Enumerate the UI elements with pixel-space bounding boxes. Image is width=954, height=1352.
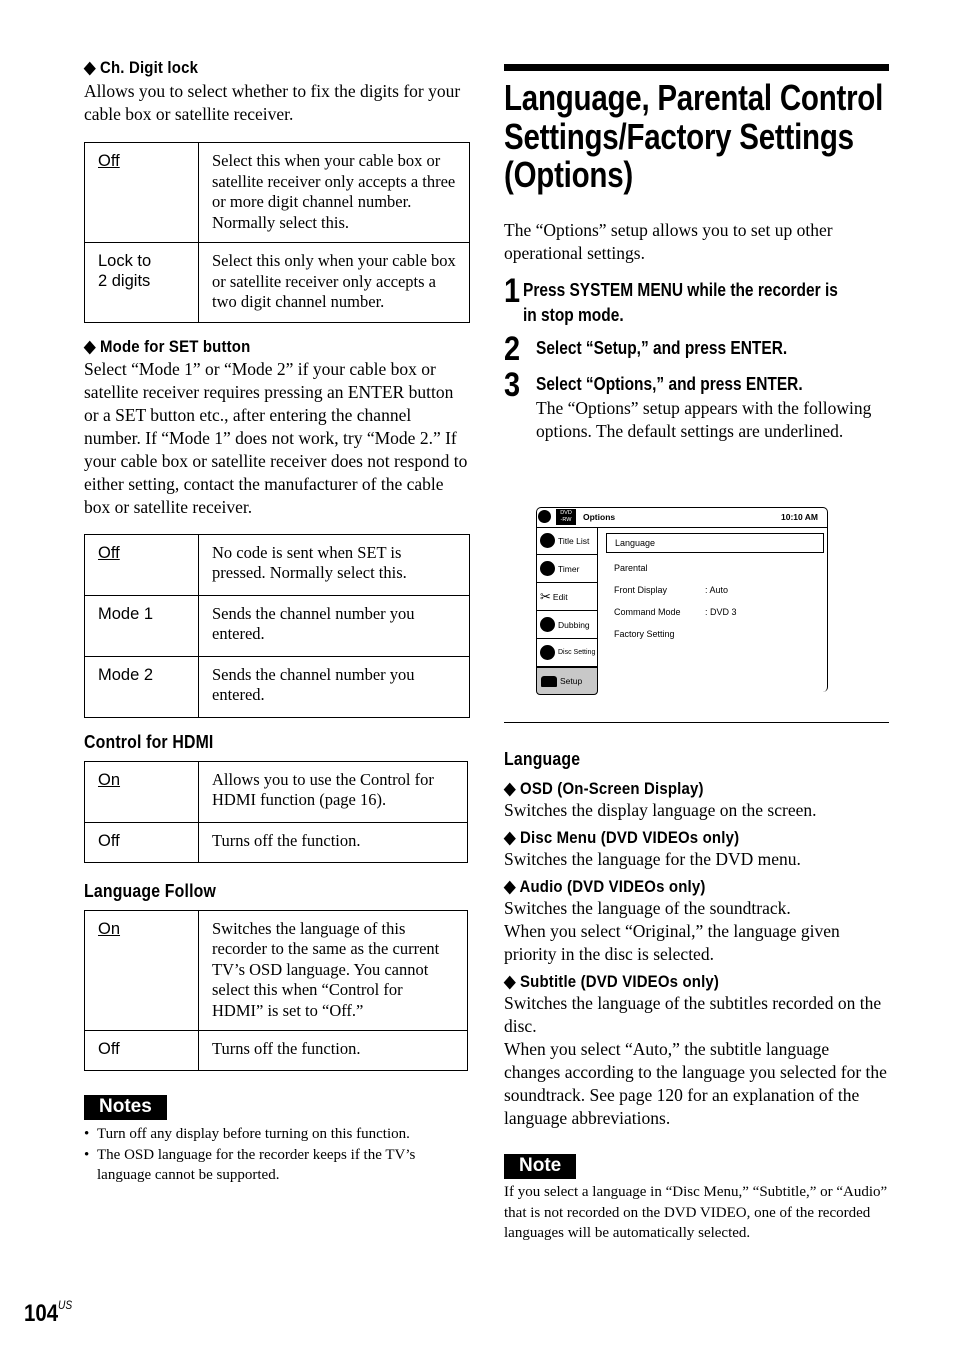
option-desc: Turns off the function. [198, 1030, 468, 1071]
osd-menu-item-parental[interactable]: Parental [606, 557, 824, 579]
title-list-icon [540, 533, 555, 548]
language-section: Language ◆ OSD (On-Screen Display) Switc… [504, 749, 889, 1244]
table-row: On Allows you to use the Control for HDM… [84, 760, 468, 823]
language-follow-heading: Language Follow [84, 880, 216, 901]
option-desc: Select this when your cable box or satel… [198, 142, 470, 243]
option-desc: Sends the channel number you entered. [198, 655, 470, 718]
option-key: Off [98, 152, 120, 170]
osd-time: 10:10 AM [780, 512, 818, 522]
steps: 1 Press SYSTEM MENU while the recorder i… [504, 271, 889, 443]
disc-badge: DVD -RW [556, 509, 576, 525]
osd-title: Options [583, 512, 616, 522]
step-3-detail: The “Options” setup appears with the fol… [536, 397, 872, 441]
language-heading: Language [504, 749, 581, 769]
mode-set-heading: ◆ Mode for SET button [84, 336, 251, 356]
notes-label: Notes [84, 1095, 167, 1120]
osd-sidebar-item-disc-setting[interactable]: Disc Setting [536, 639, 598, 667]
option-key: Off [98, 543, 120, 562]
control-hdmi-table: On Allows you to use the Control for HDM… [84, 760, 468, 863]
table-row: Off Turns off the function. [84, 821, 468, 863]
osd-sidebar-item-setup[interactable]: Setup [536, 667, 598, 695]
table-row: Lock to 2 digits Select this only when yo… [84, 242, 470, 323]
option-desc: Switches the language of this recorder t… [198, 909, 468, 1031]
options-osd-screen: DVD -RW Options 10:10 AM Title List Timer… [536, 507, 828, 695]
table-row: Mode 2 Sends the channel number you ente… [84, 655, 470, 718]
osd-heading: ◆ OSD (On-Screen Display) [504, 779, 704, 798]
osd-menu-item-language[interactable]: Language [606, 533, 824, 553]
toolbox-icon [541, 675, 557, 687]
dubbing-icon [540, 617, 555, 632]
option-key: On [98, 770, 121, 789]
disc-setting-icon [540, 645, 555, 660]
osd-header: DVD -RW Options 10:10 AM [536, 507, 828, 528]
subtitle-text: Switches the language of the subtitles r… [504, 993, 887, 1128]
option-key: Mode 1 [84, 594, 199, 657]
table-row: Mode 1 Sends the channel number you ente… [84, 594, 470, 657]
subtitle-heading: ◆ Subtitle (DVD VIDEOs only) [504, 972, 720, 991]
option-key: Mode 2 [84, 655, 199, 718]
disc-menu-text: Switches the language for the DVD menu. [504, 849, 801, 869]
notes-list: Turn off any display before turning on t… [84, 1124, 470, 1186]
option-desc: Sends the channel number you entered. [198, 594, 470, 657]
osd-menu-item-command-mode[interactable]: Command Mode: DVD 3 [606, 601, 824, 623]
option-key: On [98, 919, 121, 938]
option-desc: Turns off the function. [198, 821, 468, 863]
ch-digit-lock-table: Off Select this when your cable box or s… [84, 142, 470, 323]
note-item: The OSD language for the recorder keeps … [84, 1145, 470, 1186]
osd-sidebar: Title List Timer ✂ Edit Dubbing Disc Sett… [536, 527, 598, 695]
option-desc: Allows you to use the Control for HDMI f… [198, 760, 468, 823]
right-column: Language, Parental Control Settings/Fact… [504, 64, 889, 443]
step-number: 3 [504, 365, 521, 404]
language-follow-table: On Switches the language of this recorde… [84, 909, 468, 1071]
control-hdmi-heading: Control for HDMI [84, 731, 214, 752]
disc-menu-heading: ◆ Disc Menu (DVD VIDEOs only) [504, 828, 740, 847]
step-number: 2 [504, 329, 521, 368]
table-row: Off Turns off the function. [84, 1030, 468, 1071]
osd-sidebar-item-title-list[interactable]: Title List [536, 527, 598, 555]
osd-text: Switches the display language on the scr… [504, 800, 817, 820]
option-key: Off [84, 1030, 199, 1071]
osd-menu-item-front-display[interactable]: Front Display: Auto [606, 579, 824, 601]
table-row: Off Select this when your cable box or s… [84, 142, 470, 243]
option-key: Off [84, 821, 199, 863]
audio-text: Switches the language of the soundtrack.… [504, 898, 840, 964]
step-2: 2 Select “Setup,” and press ENTER. [504, 329, 788, 368]
osd-sidebar-item-edit[interactable]: ✂ Edit [536, 583, 598, 611]
page-number: 104US [24, 1298, 73, 1327]
step-1: 1 Press SYSTEM MENU while the recorder i… [504, 271, 838, 325]
note-label: Note [504, 1154, 577, 1179]
step-number: 1 [504, 271, 521, 310]
title-rule [504, 64, 889, 71]
osd-menu-item-factory-setting[interactable]: Factory Setting [606, 623, 824, 645]
osd-menu: Language Parental Front Display: Auto Co… [606, 533, 824, 645]
ch-digit-lock-heading: ◆ Ch. Digit lock [84, 58, 199, 77]
option-desc: Select this only when your cable box or … [198, 242, 470, 323]
mode-set-intro: Select “Mode 1” or “Mode 2” if your cabl… [84, 358, 468, 517]
option-key: Lock to 2 digits [84, 242, 199, 323]
audio-heading: ◆ Audio (DVD VIDEOs only) [504, 877, 706, 896]
scissors-icon: ✂ [540, 588, 551, 604]
table-row: Off No code is sent when SET is pressed.… [84, 533, 470, 596]
note-item: Turn off any display before turning on t… [84, 1124, 470, 1145]
section-divider [504, 722, 889, 723]
osd-sidebar-item-timer[interactable]: Timer [536, 555, 598, 583]
osd-sidebar-item-dubbing[interactable]: Dubbing [536, 611, 598, 639]
step-3: 3 Select “Options,” and press ENTER. The… [504, 365, 889, 443]
timer-icon [540, 561, 555, 576]
table-row: On Switches the language of this recorde… [84, 909, 468, 1031]
page-title: Language, Parental Control Settings/Fact… [504, 77, 884, 195]
note-text: If you select a language in “Disc Menu,”… [504, 1184, 888, 1241]
disc-icon [538, 510, 551, 523]
mode-set-table: Off No code is sent when SET is pressed.… [84, 533, 470, 718]
ch-digit-lock-intro: Allows you to select whether to fix the … [84, 81, 461, 124]
options-intro: The “Options” setup allows you to set up… [504, 219, 833, 263]
option-desc: No code is sent when SET is pressed. Nor… [198, 533, 470, 596]
left-column: ◆ Ch. Digit lock Allows you to select wh… [84, 58, 470, 1186]
